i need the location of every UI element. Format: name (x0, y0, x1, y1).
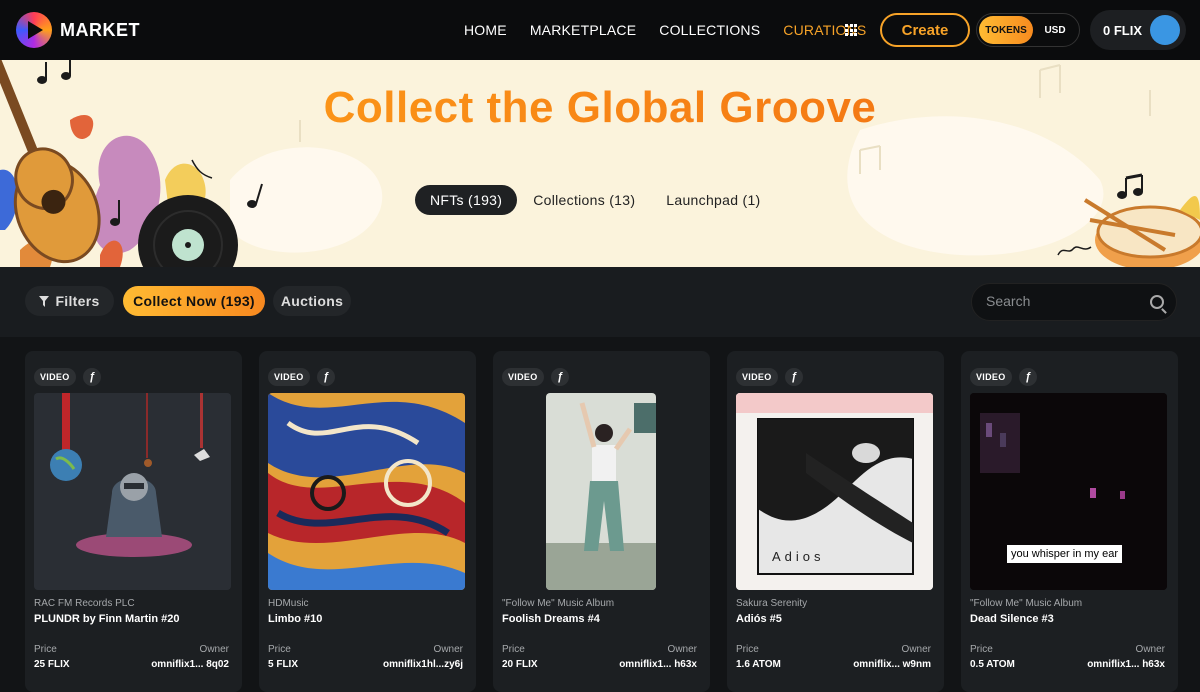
avatar (1150, 15, 1180, 45)
media-type-badge: VIDEO (970, 368, 1012, 386)
tab-launchpad[interactable]: Launchpad (1) (651, 185, 775, 215)
toggle-tokens-option[interactable]: TOKENS (979, 16, 1033, 44)
nft-card[interactable]: VIDEO ƒ you whisper in my ear "Follow Me… (961, 351, 1178, 692)
create-button[interactable]: Create (880, 13, 970, 47)
media-type-badge: VIDEO (736, 368, 778, 386)
collect-now-button[interactable]: Collect Now (193) (123, 286, 265, 316)
price-value: 0.5 ATOM (970, 659, 1015, 670)
brand-logo[interactable]: MARKET (16, 12, 140, 48)
currency-toggle[interactable]: TOKENS USD (976, 13, 1080, 47)
owner-address[interactable]: omniflix1... 8q02 (151, 659, 229, 670)
nft-card[interactable]: VIDEO ƒ HDMusic Limbo #10 Price Owner 5 … (259, 351, 476, 692)
tab-nfts[interactable]: NFTs (193) (415, 185, 518, 215)
price-value: 25 FLIX (34, 659, 70, 670)
media-type-badge: VIDEO (34, 368, 76, 386)
owner-label: Owner (199, 644, 229, 655)
omniflix-chain-icon: ƒ (317, 368, 335, 386)
nav-link-home[interactable]: HOME (464, 22, 507, 38)
main-nav: HOME MARKETPLACE COLLECTIONS CURATIONS (464, 0, 889, 60)
omniflix-chain-icon: ƒ (785, 368, 803, 386)
raccoon-artwork (34, 393, 231, 590)
nft-name[interactable]: Adiós #5 (736, 613, 782, 625)
nft-grid: VIDEO ƒ RAC FM Records PLC PLUNDR by Fin… (0, 337, 1200, 692)
owner-label: Owner (667, 644, 697, 655)
omniflix-chain-icon: ƒ (1019, 368, 1037, 386)
adios-artwork (736, 393, 933, 590)
wallet-balance: 0 FLIX (1103, 22, 1143, 38)
banner-tabs: NFTs (193) Collections (13) Launchpad (1… (415, 185, 777, 215)
nft-card[interactable]: VIDEO ƒ Adios Sakura Serenity Adiós #5 P… (727, 351, 944, 692)
toggle-usd-option[interactable]: USD (1033, 25, 1077, 36)
artwork-caption: Adios (772, 549, 825, 564)
tab-collections[interactable]: Collections (13) (518, 185, 650, 215)
nft-name[interactable]: PLUNDR by Finn Martin #20 (34, 613, 179, 625)
owner-label: Owner (433, 644, 463, 655)
omniflix-chain-icon: ƒ (551, 368, 569, 386)
nft-thumbnail[interactable] (34, 393, 231, 590)
price-label: Price (34, 644, 57, 655)
wallet-button[interactable]: 0 FLIX (1090, 10, 1186, 50)
price-label: Price (502, 644, 525, 655)
owner-address[interactable]: omniflix1... h63x (1087, 659, 1165, 670)
collection-name[interactable]: Sakura Serenity (736, 598, 807, 609)
filter-bar: Filters Collect Now (193) Auctions (0, 267, 1200, 337)
collection-name[interactable]: "Follow Me" Music Album (970, 598, 1082, 609)
price-label: Price (736, 644, 759, 655)
nft-card[interactable]: VIDEO ƒ RAC FM Records PLC PLUNDR by Fin… (25, 351, 242, 692)
owner-address[interactable]: omniflix... w9nm (853, 659, 931, 670)
owner-label: Owner (901, 644, 931, 655)
nft-thumbnail[interactable]: you whisper in my ear (970, 393, 1167, 590)
nft-name[interactable]: Dead Silence #3 (970, 613, 1054, 625)
price-label: Price (268, 644, 291, 655)
nft-thumbnail[interactable] (268, 393, 465, 590)
artwork-caption: you whisper in my ear (1007, 545, 1122, 563)
media-type-badge: VIDEO (502, 368, 544, 386)
collection-name[interactable]: HDMusic (268, 598, 309, 609)
nft-thumbnail[interactable] (546, 393, 656, 590)
owner-label: Owner (1135, 644, 1165, 655)
filter-funnel-icon (39, 295, 50, 307)
media-type-badge: VIDEO (268, 368, 310, 386)
nft-name[interactable]: Foolish Dreams #4 (502, 613, 600, 625)
price-value: 5 FLIX (268, 659, 299, 670)
price-label: Price (970, 644, 993, 655)
play-logo-icon (16, 12, 52, 48)
auctions-button[interactable]: Auctions (273, 286, 351, 316)
nav-link-collections[interactable]: COLLECTIONS (659, 22, 760, 38)
abstract-artwork (268, 393, 465, 590)
owner-address[interactable]: omniflix1... h63x (619, 659, 697, 670)
filters-button[interactable]: Filters (25, 286, 114, 316)
apps-grid-icon[interactable] (845, 24, 857, 36)
omniflix-chain-icon: ƒ (83, 368, 101, 386)
banner-title: Collect the Global Groove (0, 83, 1200, 133)
hero-banner: Collect the Global Groove NFTs (193) Col… (0, 60, 1200, 267)
search-input[interactable] (986, 293, 1146, 309)
filters-label: Filters (55, 293, 100, 309)
dancer-video-frame (546, 393, 656, 590)
search-box[interactable] (971, 283, 1177, 321)
price-value: 20 FLIX (502, 659, 538, 670)
price-value: 1.6 ATOM (736, 659, 781, 670)
owner-address[interactable]: omniflix1hl...zy6j (383, 659, 463, 670)
nft-name[interactable]: Limbo #10 (268, 613, 322, 625)
search-icon[interactable] (1150, 295, 1164, 309)
nft-thumbnail[interactable]: Adios (736, 393, 933, 590)
collection-name[interactable]: RAC FM Records PLC (34, 598, 135, 609)
brand-name: MARKET (60, 19, 140, 40)
nft-card[interactable]: VIDEO ƒ "Follow Me" Music Album Foolish … (493, 351, 710, 692)
top-navbar: MARKET HOME MARKETPLACE COLLECTIONS CURA… (0, 0, 1200, 60)
nav-link-marketplace[interactable]: MARKETPLACE (530, 22, 636, 38)
collection-name[interactable]: "Follow Me" Music Album (502, 598, 614, 609)
